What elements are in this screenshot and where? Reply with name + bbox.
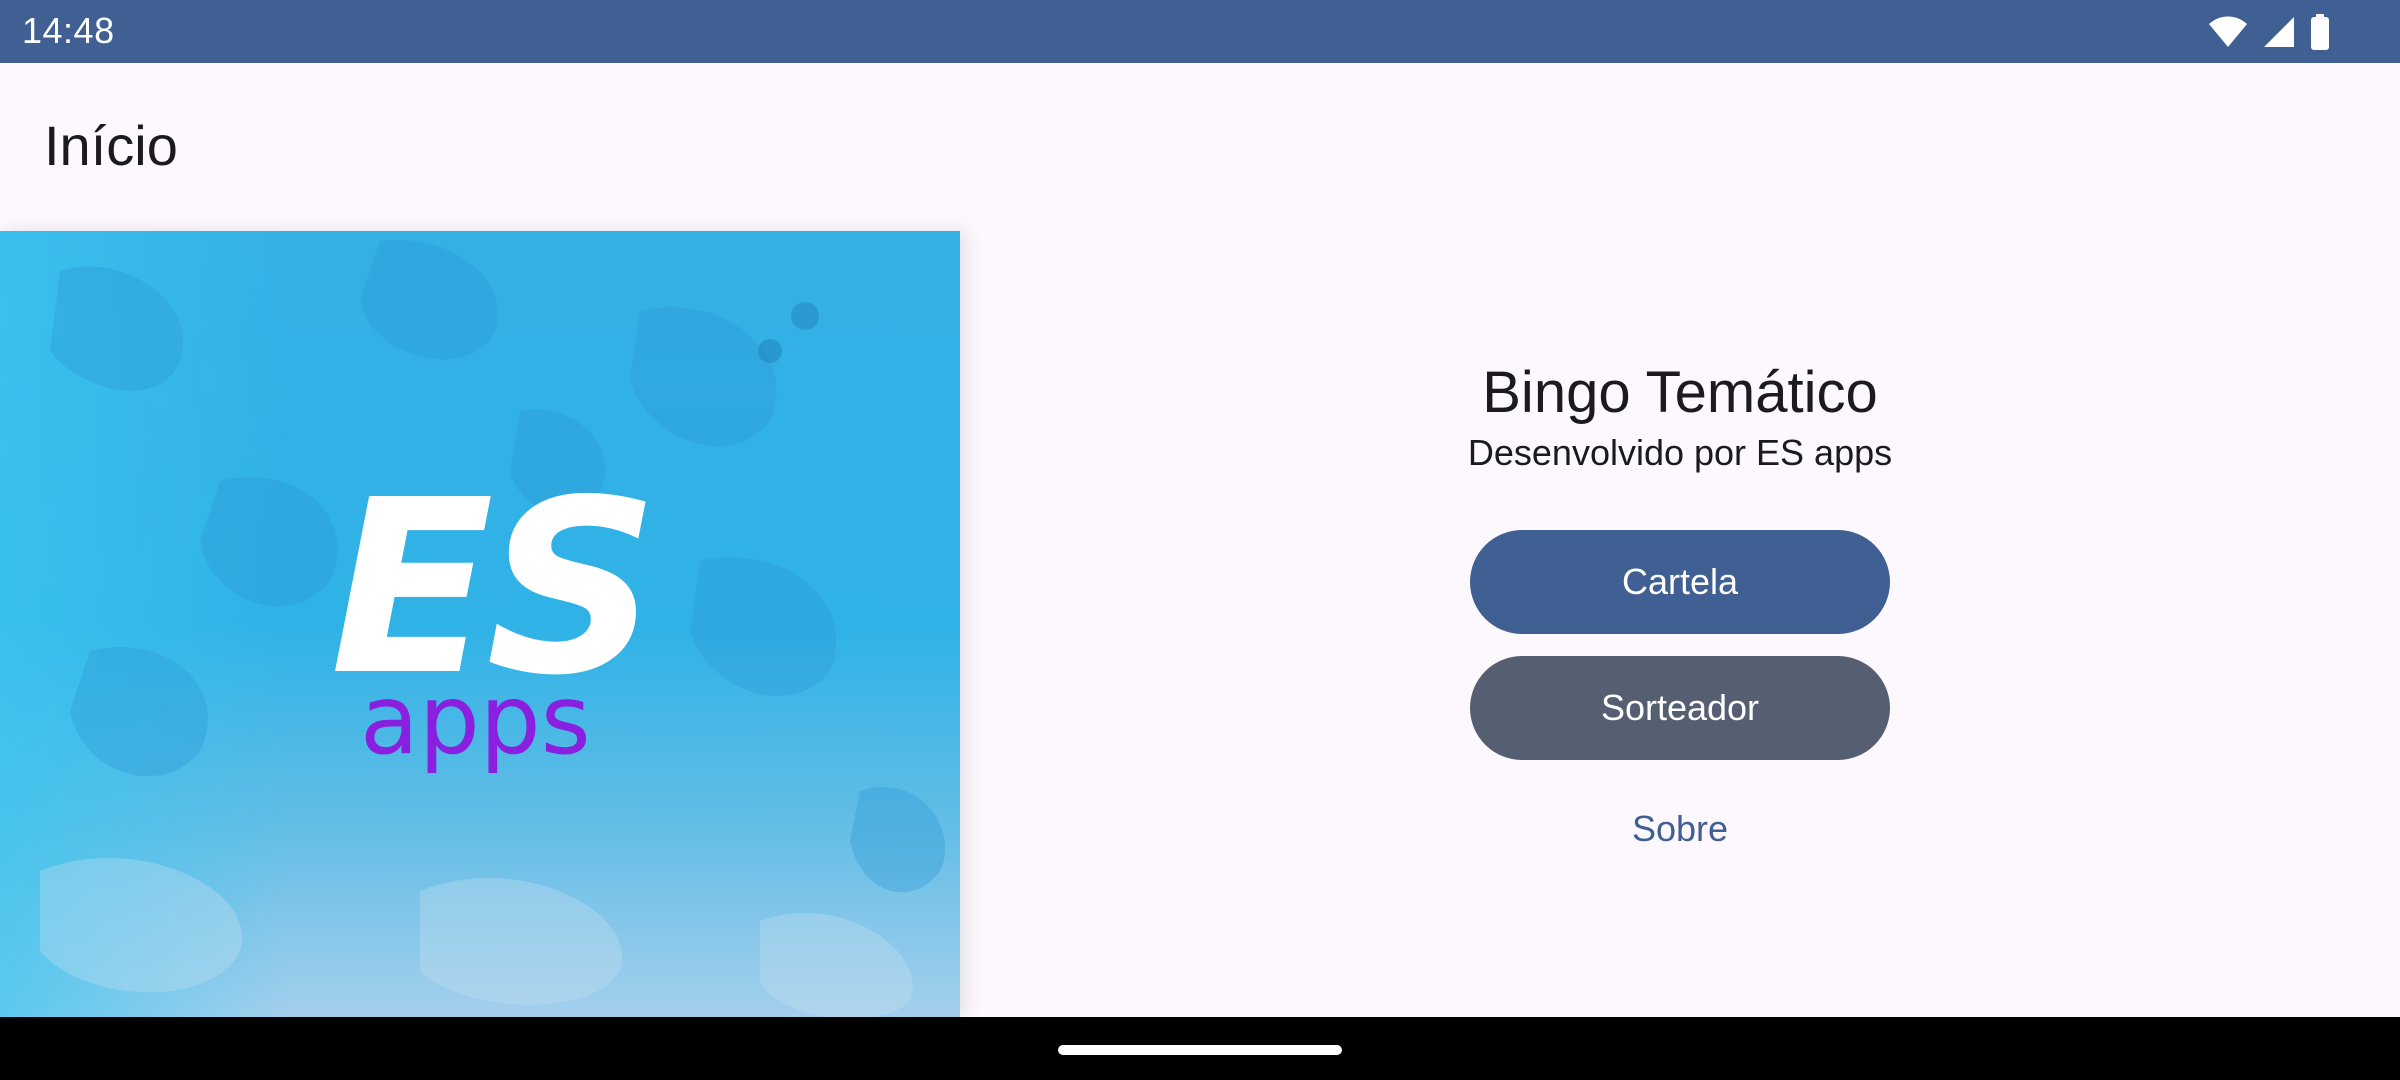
- page-title: Início: [44, 114, 178, 177]
- home-gesture-handle[interactable]: [1058, 1045, 1342, 1055]
- developer-subtitle: Desenvolvido por ES apps: [1467, 432, 1893, 473]
- sobre-button[interactable]: Sobre: [1540, 797, 1820, 861]
- hero-image: ES apps: [0, 231, 960, 1017]
- navigation-bar: [0, 1017, 2400, 1080]
- wifi-icon: [2208, 15, 2248, 49]
- battery-icon: [2310, 14, 2330, 50]
- main-content: Bingo Temático Desenvolvido por ES apps …: [960, 231, 2400, 1017]
- status-bar: 14:48: [0, 0, 2400, 63]
- es-apps-logo-image: ES apps: [0, 231, 960, 1017]
- logo-apps-text: apps: [360, 664, 591, 776]
- cell-signal-icon: [2262, 15, 2296, 49]
- top-app-bar: Início: [0, 63, 2400, 231]
- sorteador-button[interactable]: Sorteador: [1470, 656, 1890, 760]
- cartela-button[interactable]: Cartela: [1470, 530, 1890, 634]
- app-name-heading: Bingo Temático: [1482, 360, 1878, 425]
- status-time: 14:48: [22, 10, 115, 51]
- status-icons: [2208, 12, 2330, 52]
